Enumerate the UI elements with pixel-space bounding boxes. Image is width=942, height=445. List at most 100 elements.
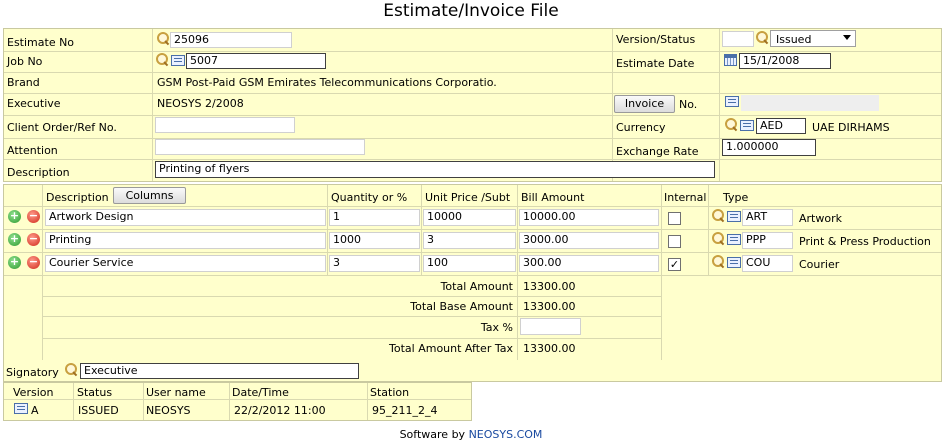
after-tax-value: 13300.00 bbox=[523, 342, 576, 355]
executive-label: Executive bbox=[7, 97, 61, 110]
currency-name: UAE DIRHAMS bbox=[812, 121, 890, 134]
type-code-field[interactable]: COU bbox=[742, 255, 793, 272]
version-col-datetime: Date/Time bbox=[232, 386, 289, 399]
line-unit-price-field[interactable]: 10000 bbox=[423, 209, 516, 226]
invoice-card-icon[interactable] bbox=[725, 96, 739, 107]
brand-label: Brand bbox=[7, 76, 40, 89]
type-card-icon[interactable] bbox=[727, 211, 741, 222]
tax-label: Tax % bbox=[480, 321, 513, 334]
type-lookup-icon[interactable] bbox=[711, 231, 725, 245]
version-col-version: Version bbox=[13, 386, 54, 399]
currency-card-icon[interactable] bbox=[740, 120, 754, 131]
invoice-button[interactable]: Invoice bbox=[614, 95, 675, 113]
footer-prefix: Software by bbox=[399, 428, 469, 441]
attention-label: Attention bbox=[7, 144, 58, 157]
col-type: Type bbox=[723, 191, 749, 204]
invoice-no-field[interactable] bbox=[741, 95, 879, 111]
total-amount-label: Total Amount bbox=[440, 280, 513, 293]
col-quantity: Quantity or % bbox=[331, 191, 408, 204]
neosys-link[interactable]: NEOSYS.COM bbox=[469, 428, 543, 441]
version-col-status: Status bbox=[77, 386, 113, 399]
client-order-field[interactable] bbox=[155, 117, 295, 133]
job-lookup-icon[interactable] bbox=[155, 52, 169, 66]
description-label: Description bbox=[7, 166, 70, 179]
footer: Software by NEOSYS.COM bbox=[0, 428, 942, 441]
invoice-no-label: No. bbox=[679, 98, 698, 111]
type-card-icon[interactable] bbox=[727, 257, 741, 268]
signatory-label: Signatory bbox=[6, 366, 59, 379]
line-bill-amount-field[interactable]: 3000.00 bbox=[519, 232, 659, 249]
add-row-icon[interactable]: + bbox=[8, 233, 21, 246]
version-status-label: Version/Status bbox=[616, 33, 696, 46]
type-lookup-icon[interactable] bbox=[711, 208, 725, 222]
delete-row-icon[interactable]: − bbox=[27, 210, 40, 223]
executive-value: NEOSYS 2/2008 bbox=[157, 97, 244, 110]
attention-field[interactable] bbox=[155, 139, 365, 155]
internal-checkbox-checked[interactable]: ✓ bbox=[668, 258, 681, 271]
line-quantity-field[interactable]: 1000 bbox=[329, 232, 420, 249]
estimate-lookup-icon[interactable] bbox=[156, 31, 170, 45]
version-status: ISSUED bbox=[78, 404, 119, 417]
type-code-field[interactable]: ART bbox=[742, 209, 793, 226]
status-selected: Issued bbox=[776, 33, 812, 46]
delete-row-icon[interactable]: − bbox=[27, 256, 40, 269]
estimate-no-field[interactable]: 25096 bbox=[170, 32, 292, 48]
brand-value: GSM Post-Paid GSM Emirates Telecommunica… bbox=[157, 76, 497, 89]
exchange-rate-label: Exchange Rate bbox=[616, 145, 699, 158]
page-title: Estimate/Invoice File bbox=[383, 1, 559, 21]
status-select[interactable]: Issued bbox=[770, 30, 856, 47]
type-card-icon[interactable] bbox=[727, 234, 741, 245]
line-unit-price-field[interactable]: 3 bbox=[423, 232, 516, 249]
tax-field[interactable] bbox=[520, 318, 581, 335]
line-description-field[interactable]: Courier Service bbox=[45, 255, 326, 272]
description-field[interactable]: Printing of flyers bbox=[155, 161, 715, 178]
add-row-icon[interactable]: + bbox=[8, 256, 21, 269]
line-quantity-field[interactable]: 1 bbox=[329, 209, 420, 226]
total-base-label: Total Base Amount bbox=[410, 300, 513, 313]
currency-label: Currency bbox=[616, 121, 666, 134]
type-name: Artwork bbox=[799, 212, 842, 225]
exchange-rate-field[interactable]: 1.000000 bbox=[722, 139, 816, 156]
internal-checkbox[interactable] bbox=[668, 235, 681, 248]
client-order-label: Client Order/Ref No. bbox=[7, 121, 117, 134]
type-lookup-icon[interactable] bbox=[711, 254, 725, 268]
version-station: 95_211_2_4 bbox=[372, 404, 438, 417]
job-no-field[interactable]: 5007 bbox=[186, 53, 326, 69]
chevron-down-icon bbox=[843, 35, 851, 40]
line-unit-price-field[interactable]: 100 bbox=[423, 255, 516, 272]
line-description-field[interactable]: Printing bbox=[45, 232, 326, 249]
currency-code-field[interactable]: AED bbox=[756, 118, 806, 134]
line-description-field[interactable]: Artwork Design bbox=[45, 209, 326, 226]
version-field[interactable] bbox=[722, 31, 754, 47]
col-bill-amount: Bill Amount bbox=[521, 191, 585, 204]
line-bill-amount-field[interactable]: 10000.00 bbox=[519, 209, 659, 226]
signatory-field[interactable]: Executive bbox=[80, 363, 359, 379]
estimate-date-label: Estimate Date bbox=[616, 57, 695, 70]
col-internal: Internal bbox=[664, 191, 707, 204]
after-tax-label: Total Amount After Tax bbox=[389, 342, 513, 355]
job-card-icon[interactable] bbox=[171, 55, 185, 66]
type-code-field[interactable]: PPP bbox=[742, 232, 793, 249]
total-amount-value: 13300.00 bbox=[523, 280, 576, 293]
line-bill-amount-field[interactable]: 300.00 bbox=[519, 255, 659, 272]
job-no-label: Job No bbox=[7, 55, 43, 68]
calendar-icon[interactable] bbox=[724, 54, 737, 66]
estimate-date-field[interactable]: 15/1/2008 bbox=[739, 53, 831, 69]
col-unit-price: Unit Price /Subt bbox=[425, 191, 511, 204]
internal-checkbox[interactable] bbox=[668, 212, 681, 225]
version-col-user: User name bbox=[146, 386, 206, 399]
version-user: NEOSYS bbox=[146, 404, 191, 417]
version-card-icon[interactable] bbox=[14, 403, 28, 414]
currency-lookup-icon[interactable] bbox=[724, 117, 738, 131]
delete-row-icon[interactable]: − bbox=[27, 233, 40, 246]
type-name: Print & Press Production bbox=[799, 235, 931, 248]
status-lookup-icon[interactable] bbox=[755, 30, 769, 44]
signatory-lookup-icon[interactable] bbox=[64, 362, 78, 376]
col-description: Description bbox=[46, 191, 109, 204]
version-datetime: 22/2/2012 11:00 bbox=[234, 404, 326, 417]
columns-button[interactable]: Columns bbox=[113, 187, 186, 204]
line-quantity-field[interactable]: 3 bbox=[329, 255, 420, 272]
version-value: A bbox=[31, 404, 39, 417]
add-row-icon[interactable]: + bbox=[8, 210, 21, 223]
type-name: Courier bbox=[799, 258, 840, 271]
